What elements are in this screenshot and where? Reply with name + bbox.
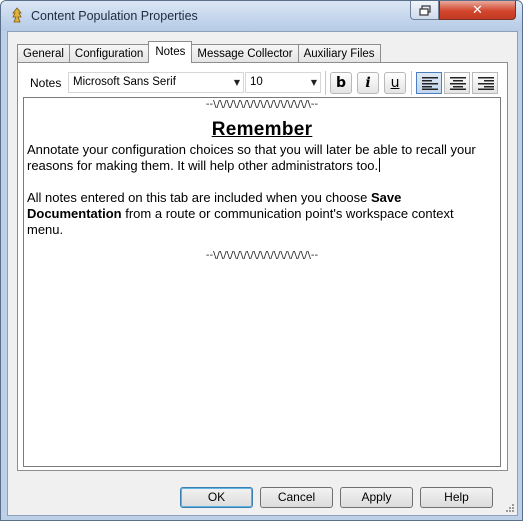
font-size-value: 10 [250,76,263,88]
properties-window: Content Population Properties ✕ General … [0,0,523,521]
notes-panel: Notes Microsoft Sans Serif ▼ 10 ▼ b i u [17,62,508,471]
close-button[interactable]: ✕ [439,1,516,20]
notes-label: Notes [30,76,62,90]
ok-button[interactable]: OK [180,487,253,508]
restore-icon [418,4,431,16]
chevron-down-icon: ▼ [233,78,240,87]
italic-button[interactable]: i [357,72,379,94]
font-name-value: Microsoft Sans Serif [73,76,176,88]
dialog-buttons: OK Cancel Apply Help [8,487,517,509]
format-toolbar: Notes Microsoft Sans Serif ▼ 10 ▼ b i u [26,68,502,98]
restore-button[interactable] [410,1,439,20]
title-bar[interactable]: Content Population Properties ✕ [1,1,522,31]
tab-general[interactable]: General [17,44,70,62]
text-caret [379,158,381,172]
align-right-icon [478,77,494,90]
tab-notes[interactable]: Notes [148,41,193,63]
toolbar-separator [411,71,412,95]
underline-button[interactable]: u [384,72,406,94]
tab-strip: General Configuration Notes Message Coll… [17,41,381,63]
resize-grip-icon[interactable] [503,501,515,513]
align-left-icon [422,77,438,90]
tab-auxiliary-files[interactable]: Auxiliary Files [297,44,381,62]
font-size-select[interactable]: 10 ▼ [245,72,321,93]
tab-configuration[interactable]: Configuration [68,44,150,62]
align-left-button[interactable] [416,72,442,94]
align-center-icon [450,77,466,90]
dialog-client-area: General Configuration Notes Message Coll… [7,31,518,516]
help-button[interactable]: Help [420,487,493,508]
bold-button[interactable]: b [330,72,352,94]
notes-editor[interactable]: --\/\/\/\/\/\/\/\/\/\/\/\/\/\/\-- Rememb… [23,97,501,467]
notes-heading: Remember [211,119,313,140]
toolbar-separator [325,71,326,95]
app-icon [12,7,22,23]
chevron-down-icon: ▼ [310,78,317,87]
wave-divider: --\/\/\/\/\/\/\/\/\/\/\/\/\/\/\-- [205,250,319,261]
align-center-button[interactable] [444,72,470,94]
wave-divider: --\/\/\/\/\/\/\/\/\/\/\/\/\/\/\-- [205,99,319,110]
window-title: Content Population Properties [31,9,198,23]
notes-paragraph: Annotate your configuration choices so t… [27,142,476,173]
align-right-button[interactable] [472,72,498,94]
font-name-select[interactable]: Microsoft Sans Serif ▼ [68,72,244,93]
notes-paragraph: All notes entered on this tab are includ… [27,190,454,237]
cancel-button[interactable]: Cancel [260,487,333,508]
apply-button[interactable]: Apply [340,487,413,508]
close-icon: ✕ [472,2,483,18]
tab-message-collector[interactable]: Message Collector [191,44,299,62]
